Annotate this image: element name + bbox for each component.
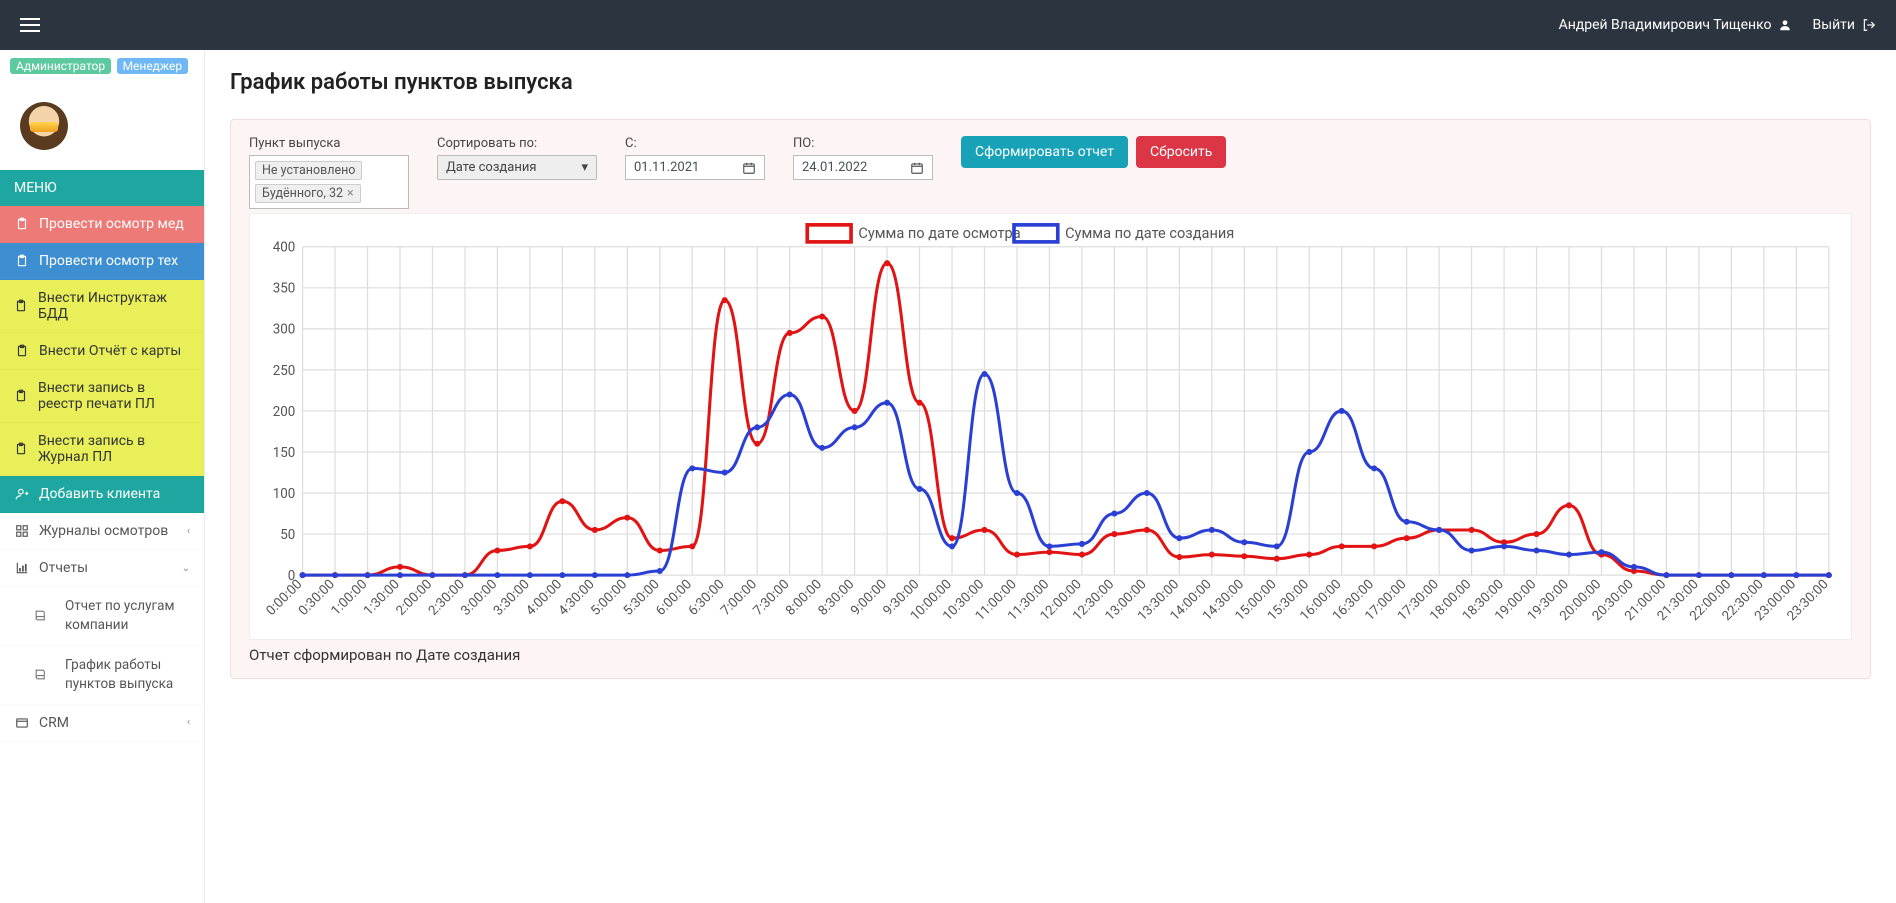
book-icon	[34, 667, 47, 682]
report-panel: Пункт выпуска Не установлено Будённого, 3…	[230, 119, 1871, 679]
sidebar-item-5[interactable]: Внести запись в Журнал ПЛ	[0, 423, 204, 476]
sidebar-item-label: Провести осмотр мед	[39, 216, 184, 232]
sidebar-item-label: Добавить клиента	[39, 486, 160, 502]
sidebar-item-label: Отчеты	[39, 560, 88, 576]
svg-text:150: 150	[273, 446, 296, 461]
svg-text:350: 350	[273, 282, 296, 297]
token-remove-icon[interactable]: ×	[347, 186, 354, 201]
logout-icon	[1861, 18, 1876, 33]
avatar[interactable]	[20, 102, 68, 150]
chevron-icon: ⌄	[182, 563, 190, 574]
sidebar-item-label: Провести осмотр тех	[39, 253, 178, 269]
sidebar-item-4[interactable]: Внести запись в реестр печати ПЛ	[0, 370, 204, 423]
sidebar-item-label: Внести запись в Журнал ПЛ	[38, 433, 190, 465]
sidebar-item-1[interactable]: Провести осмотр тех	[0, 243, 204, 280]
menu-header: МЕНЮ	[0, 170, 204, 206]
role-badge-manager: Менеджер	[117, 58, 189, 74]
chevron-down-icon: ▾	[581, 160, 588, 175]
svg-text:200: 200	[273, 405, 296, 420]
point-token-0[interactable]: Не установлено	[255, 161, 362, 180]
user-menu[interactable]: Андрей Владимирович Тищенко	[1559, 17, 1793, 33]
user-name: Андрей Владимирович Тищенко	[1559, 17, 1772, 33]
menu-item-icon	[14, 561, 29, 576]
svg-text:100: 100	[273, 487, 296, 502]
sidebar-item-label: Внести запись в реестр печати ПЛ	[38, 380, 190, 412]
sidebar-item-3[interactable]: Внести Отчёт с карты	[0, 333, 204, 370]
date-to-input[interactable]: 24.01.2022	[793, 155, 933, 180]
date-from-value: 01.11.2021	[634, 160, 699, 175]
submenu-item-1[interactable]: График работы пунктов выпуска	[0, 646, 204, 705]
menu-item-icon	[14, 524, 29, 539]
menu-item-icon	[14, 217, 29, 232]
chevron-icon: ‹	[187, 526, 190, 537]
chart-legend: Сумма по дате осмотра Сумма по дате созда…	[807, 224, 1234, 242]
point-label: Пункт выпуска	[249, 136, 409, 151]
svg-text:400: 400	[273, 241, 296, 256]
report-footer: Отчет сформирован по Дате создания	[249, 646, 1852, 664]
logout-label: Выйти	[1813, 17, 1856, 33]
sidebar-item-7[interactable]: Журналы осмотров ‹	[0, 513, 204, 550]
sidebar-item-0[interactable]: Провести осмотр мед	[0, 206, 204, 243]
calendar-icon	[741, 160, 756, 175]
sidebar: Администратор Менеджер МЕНЮ Провести осм…	[0, 50, 205, 903]
chevron-icon: ‹	[187, 717, 190, 728]
menu-item-icon	[14, 344, 29, 359]
reset-button[interactable]: Сбросить	[1136, 136, 1226, 168]
svg-text:50: 50	[280, 528, 295, 543]
svg-text:250: 250	[273, 364, 296, 379]
menu-item-icon	[14, 389, 28, 404]
submenu-item-0[interactable]: Отчет по услугам компании	[0, 587, 204, 646]
sort-value: Дате создания	[446, 160, 536, 175]
sidebar-item-label: Журналы осмотров	[39, 523, 168, 539]
submit-button[interactable]: Сформировать отчет	[961, 136, 1128, 168]
menu-item-icon	[14, 715, 29, 730]
date-to-label: ПО:	[793, 136, 933, 151]
menu-item-icon	[14, 254, 29, 269]
menu-item-icon	[14, 299, 28, 314]
svg-text:Сумма по дате создания: Сумма по дате создания	[1065, 224, 1234, 242]
sort-select[interactable]: Дате создания ▾	[437, 155, 597, 180]
svg-text:300: 300	[273, 323, 296, 338]
date-to-value: 24.01.2022	[802, 160, 867, 175]
chart: Сумма по дате осмотра Сумма по дате созда…	[249, 213, 1852, 640]
point-select[interactable]: Не установлено Будённого, 32×	[249, 155, 409, 209]
user-icon	[1778, 18, 1793, 33]
svg-text:Сумма по дате осмотра: Сумма по дате осмотра	[858, 224, 1020, 242]
sidebar-item-9[interactable]: CRM ‹	[0, 705, 204, 742]
sidebar-item-label: CRM	[39, 715, 69, 731]
date-from-input[interactable]: 01.11.2021	[625, 155, 765, 180]
role-badge-admin: Администратор	[10, 58, 111, 74]
point-token-1[interactable]: Будённого, 32×	[255, 184, 361, 203]
logout-button[interactable]: Выйти	[1813, 17, 1877, 33]
sort-label: Сортировать по:	[437, 136, 597, 151]
date-from-label: С:	[625, 136, 765, 151]
sidebar-item-label: Внести Отчёт с карты	[39, 343, 181, 359]
sidebar-item-2[interactable]: Внести Инструктаж БДД	[0, 280, 204, 333]
menu-toggle-button[interactable]	[20, 18, 40, 32]
menu-item-icon	[14, 442, 28, 457]
sidebar-item-label: Внести Инструктаж БДД	[38, 290, 190, 322]
sidebar-item-8[interactable]: Отчеты ⌄	[0, 550, 204, 587]
calendar-icon	[909, 160, 924, 175]
book-icon	[34, 608, 47, 623]
menu-item-icon	[14, 487, 29, 502]
sidebar-item-6[interactable]: Добавить клиента	[0, 476, 204, 513]
page-title: График работы пунктов выпуска	[230, 70, 1871, 95]
